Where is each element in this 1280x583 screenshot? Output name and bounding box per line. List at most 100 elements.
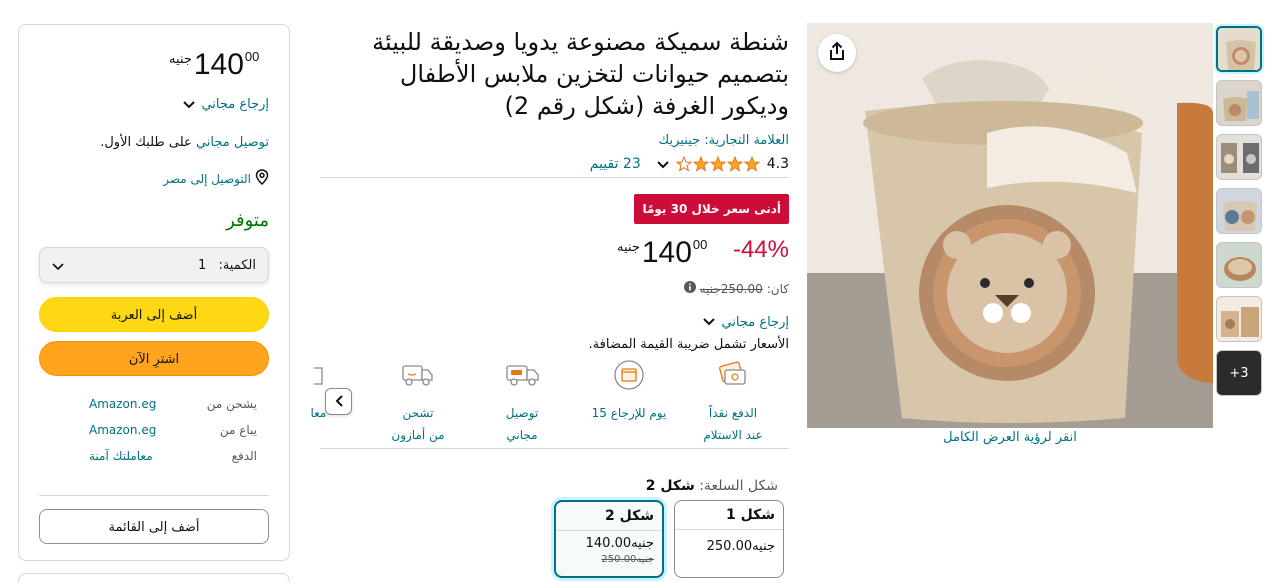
- cash-on-delivery-icon: [715, 360, 749, 394]
- variant-option-price: 140.00جنيه: [556, 530, 662, 551]
- main-product-image[interactable]: [807, 23, 1213, 428]
- product-price-whole: 140: [641, 236, 692, 269]
- reviews-link[interactable]: 23 تقييم: [590, 156, 641, 172]
- variant-selected: شكل 2: [645, 478, 695, 494]
- thumbnail-image: [1217, 81, 1261, 125]
- rating-value: 4.3: [766, 155, 789, 172]
- was-price-label: كان:: [766, 281, 789, 296]
- free-delivery-truck-icon: [505, 362, 541, 392]
- thumbnail-1[interactable]: [1216, 26, 1262, 72]
- product-title: شنطة سميكة مصنوعة يدويا وصديقة للبيئة بت…: [319, 26, 789, 122]
- rating-stars[interactable]: [675, 155, 761, 172]
- buy-box: جنيه 140 00 إرجاع مجاني توصيل مجاني على …: [18, 24, 290, 561]
- share-icon: [828, 41, 846, 65]
- chevron-left-icon: [335, 392, 343, 411]
- variant-option-price: 250.00جنيه: [675, 529, 783, 554]
- payment-value[interactable]: معاملتك آمنة: [89, 449, 153, 463]
- variant-heading: شكل السلعة: شكل 2: [646, 478, 778, 494]
- product-title-line: وديكور الغرفة (شكل رقم 2): [504, 92, 789, 120]
- feature-delivery-line1: توصيل: [505, 406, 539, 420]
- feature-returns[interactable]: 15 يوم للإرجاع: [584, 402, 674, 424]
- divider: [39, 495, 269, 496]
- info-icon[interactable]: [683, 281, 696, 296]
- feature-cod[interactable]: الدفع نقداً عند الاستلام: [688, 402, 778, 446]
- thumbnail-4[interactable]: [1216, 188, 1262, 234]
- buybox-price-fraction: 00: [244, 49, 260, 64]
- thumbnail-image: [1217, 297, 1261, 341]
- feature-shipped-line2: من أمازون: [391, 428, 445, 442]
- deliver-to[interactable]: التوصيل إلى مصر: [163, 169, 269, 188]
- carousel-prev-button[interactable]: [325, 388, 352, 415]
- availability-status: متوفر: [226, 210, 269, 231]
- feature-cod-line2: عند الاستلام: [703, 428, 763, 442]
- was-price-value: 250.00جنيه: [699, 281, 763, 296]
- amazon-truck-icon: [401, 362, 435, 392]
- location-pin-icon: [255, 169, 269, 188]
- product-price-currency: جنيه: [617, 240, 640, 255]
- thumbnail-5[interactable]: [1216, 242, 1262, 288]
- add-to-cart-button[interactable]: أضف إلى العربة: [39, 297, 269, 332]
- chevron-down-icon: [703, 315, 716, 330]
- thumbnail-image: [1217, 135, 1261, 179]
- variant-option-1[interactable]: شكل 1 250.00جنيه: [674, 500, 784, 578]
- thumbnail-3[interactable]: [1216, 134, 1262, 180]
- share-button[interactable]: [818, 34, 856, 72]
- product-price-fraction: 00: [692, 237, 708, 252]
- deal-badge: أدنى سعر خلال 30 يومًا: [634, 194, 789, 224]
- feature-shipped-by-amazon[interactable]: تشحن من أمازون: [373, 402, 463, 446]
- sold-by-value[interactable]: Amazon.eg: [89, 423, 156, 437]
- thumbnail-image: [1217, 189, 1261, 233]
- quantity-value: 1: [198, 257, 207, 273]
- buybox-price-currency: جنيه: [169, 52, 192, 67]
- thumbnail-image: [1218, 28, 1260, 70]
- variant-option-name: شكل 2: [604, 508, 654, 524]
- chevron-down-icon: [183, 98, 196, 112]
- rating-row: 4.3 23 تقييم: [590, 154, 789, 173]
- variant-option-2[interactable]: شكل 2 140.00جنيه 250.00جنيه: [554, 500, 664, 578]
- quantity-display: الكمية: 1: [198, 258, 256, 273]
- divider: [320, 448, 789, 449]
- feature-shipped-line1: تشحن: [402, 406, 434, 420]
- free-delivery-rest: على طلبك الأول.: [100, 135, 192, 150]
- variant-label: شكل السلعة:: [699, 478, 778, 494]
- product-free-returns[interactable]: إرجاع مجاني: [703, 315, 789, 330]
- sold-by-label: يباع من: [219, 423, 257, 437]
- product-photo: [807, 23, 1213, 428]
- free-returns-label: إرجاع مجاني: [201, 97, 269, 112]
- return-box-icon: [612, 358, 646, 396]
- free-returns-label: إرجاع مجاني: [721, 315, 789, 330]
- feature-returns-line1: 15 يوم للإرجاع: [591, 406, 667, 420]
- thumbnail-image: [1217, 243, 1261, 287]
- secondary-box: [18, 573, 290, 583]
- thumbnail-more[interactable]: +3: [1216, 350, 1262, 396]
- discount-percent: -44%: [732, 236, 789, 263]
- deliver-to-label: التوصيل إلى مصر: [163, 171, 251, 186]
- product-price: جنيه 140 00: [617, 238, 707, 268]
- ships-from-label: يشحن من: [206, 397, 257, 411]
- buy-now-button[interactable]: اشترِ الآن: [39, 341, 269, 376]
- brand-link[interactable]: العلامة التجارية: جينيريك: [659, 133, 789, 148]
- buybox-free-returns[interactable]: إرجاع مجاني: [183, 97, 269, 112]
- features-carousel: الدفع نقداً عند الاستلام 15 يوم للإرجاع …: [310, 350, 790, 450]
- view-full-image-link[interactable]: انقر لرؤية العرض الكامل: [807, 430, 1213, 445]
- buybox-delivery: توصيل مجاني على طلبك الأول.: [100, 135, 269, 150]
- thumbnail-2[interactable]: [1216, 80, 1262, 126]
- chevron-down-icon[interactable]: [657, 154, 669, 173]
- add-to-list-button[interactable]: أضف إلى القائمة: [39, 509, 269, 544]
- thumbnail-6[interactable]: [1216, 296, 1262, 342]
- feature-free-delivery[interactable]: توصيل مجاني: [477, 402, 567, 446]
- variant-option-name: شكل 1: [725, 507, 775, 523]
- payment-label: الدفع: [231, 449, 257, 463]
- free-delivery-link[interactable]: توصيل مجاني: [196, 135, 269, 150]
- ships-from-value[interactable]: Amazon.eg: [89, 397, 156, 411]
- was-price: كان: 250.00جنيه: [683, 281, 789, 296]
- divider: [320, 177, 789, 178]
- product-title-line: بتصميم حيوانات لتخزين ملابس الأطفال: [399, 60, 789, 88]
- star-rating-icon: [675, 155, 761, 172]
- buybox-price-whole: 140: [193, 48, 244, 81]
- chevron-down-icon: [52, 256, 64, 275]
- quantity-label: الكمية:: [218, 257, 256, 273]
- buybox-price: جنيه 140 00: [169, 50, 259, 80]
- quantity-select[interactable]: الكمية: 1: [39, 247, 269, 283]
- feature-cod-line1: الدفع نقداً: [708, 406, 758, 420]
